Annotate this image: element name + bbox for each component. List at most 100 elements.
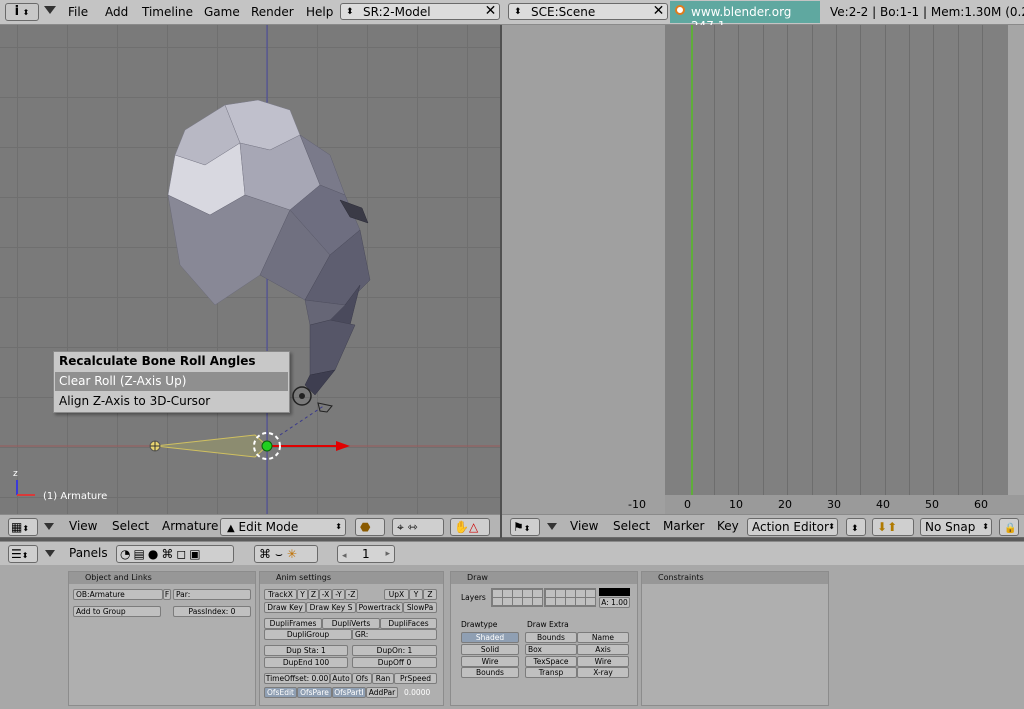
track-negz-button[interactable]: -Z xyxy=(345,589,358,600)
keyframe-copy-paste[interactable]: ⬇⬆ xyxy=(872,518,914,536)
layer-buttons-right[interactable] xyxy=(544,588,596,607)
track-y-button[interactable]: Y xyxy=(297,589,308,600)
track-negx-button[interactable]: -X xyxy=(319,589,332,600)
pass-index-field[interactable]: PassIndex: 0 xyxy=(173,606,251,617)
menu-add[interactable]: Add xyxy=(105,5,128,19)
auto-button[interactable]: Auto xyxy=(330,673,352,684)
action-browse[interactable]: ⬍ xyxy=(846,518,866,536)
track-x-button[interactable]: TrackX xyxy=(264,589,297,600)
drawtype-wire-button[interactable]: Wire xyxy=(461,656,519,667)
duplifaces-button[interactable]: DupliFaces xyxy=(380,618,437,629)
scene-stats: Ve:2-2 | Bo:1-1 | Mem:1.30M (0.2 xyxy=(830,5,1024,19)
dup-on-field[interactable]: DupOn: 1 xyxy=(352,645,437,656)
dup-off-field[interactable]: DupOff 0 xyxy=(352,657,437,668)
fake-user-button[interactable]: F xyxy=(163,589,171,600)
popup-item-align-cursor[interactable]: Align Z-Axis to 3D-Cursor xyxy=(55,392,288,411)
bounds-type-selector[interactable]: Box xyxy=(525,644,577,655)
group-field[interactable]: GR: xyxy=(352,629,437,640)
physics-icon: ⌣ xyxy=(275,547,287,561)
menu-file[interactable]: File xyxy=(68,5,88,19)
ofs-edit-button[interactable]: OfsEdit xyxy=(264,687,297,698)
extra-xray-button[interactable]: X-ray xyxy=(577,667,629,678)
frame-field[interactable]: ◂ 1 ▸ xyxy=(337,545,395,563)
collapse-menu-icon[interactable] xyxy=(44,6,56,14)
prspeed-button[interactable]: PrSpeed xyxy=(394,673,437,684)
dup-end-field[interactable]: DupEnd 100 xyxy=(264,657,348,668)
ofs-button[interactable]: Ofs xyxy=(352,673,372,684)
sub-context-buttons[interactable]: ⌘⌣✳ xyxy=(254,545,318,563)
menu-marker[interactable]: Marker xyxy=(663,519,704,533)
draw-key-button[interactable]: Draw Key xyxy=(264,602,306,613)
screen-delete-button[interactable]: ✕ xyxy=(482,3,499,20)
extra-name-button[interactable]: Name xyxy=(577,632,629,643)
drawtype-shaded-button[interactable]: Shaded xyxy=(461,632,519,643)
menu-view[interactable]: View xyxy=(570,519,598,533)
editor-type-buttons[interactable]: ☰⬍ xyxy=(8,545,38,563)
layer-buttons-left[interactable] xyxy=(491,588,543,607)
collapse-menu-icon[interactable] xyxy=(44,523,54,530)
extra-transp-button[interactable]: Transp xyxy=(525,667,577,678)
drawtype-solid-button[interactable]: Solid xyxy=(461,644,519,655)
snap-selector[interactable]: No Snap ⬍ xyxy=(920,518,992,536)
scene-icon: ▣ xyxy=(189,547,204,561)
scene-selector[interactable]: ⬍ SCE:Scene xyxy=(508,3,668,20)
slowpar-button[interactable]: SlowPa xyxy=(403,602,437,613)
object-name-field[interactable]: OB:Armature xyxy=(73,589,163,600)
action-editor[interactable]: -10 0 10 20 30 40 50 60 xyxy=(502,25,1024,515)
menu-help[interactable]: Help xyxy=(306,5,333,19)
menu-view[interactable]: View xyxy=(69,519,97,533)
alpha-field[interactable]: A: 1.00 xyxy=(599,597,630,608)
manipulator-toggles[interactable]: ⌖ ⇿ xyxy=(392,518,444,536)
collapse-menu-icon[interactable] xyxy=(45,550,55,557)
ran-button[interactable]: Ran xyxy=(372,673,394,684)
editor-type-info-button[interactable]: i ⬍ xyxy=(5,3,39,21)
screen-selector[interactable]: ⬍ SR:2-Model xyxy=(340,3,500,20)
extra-texspace-button[interactable]: TexSpace xyxy=(525,656,577,667)
object-color-swatch[interactable] xyxy=(599,588,630,596)
editor-mode-selector[interactable]: Action Editor ⬍ xyxy=(747,518,838,536)
pivot-selector[interactable]: ⬣ xyxy=(355,518,385,536)
add-parent-button[interactable]: AddPar xyxy=(366,687,398,698)
menu-select[interactable]: Select xyxy=(613,519,650,533)
parent-field[interactable]: Par: xyxy=(173,589,251,600)
lock-button[interactable]: 🔒 xyxy=(999,518,1019,536)
mode-selector[interactable]: ▲ Edit Mode ⬍ xyxy=(220,518,346,536)
transform-buttons[interactable]: ✋△ xyxy=(450,518,490,536)
blender-url-badge[interactable]: www.blender.org 247.1 xyxy=(670,1,820,33)
menu-game[interactable]: Game xyxy=(204,5,240,19)
up-x-button[interactable]: UpX xyxy=(384,589,409,600)
extra-bounds-button[interactable]: Bounds xyxy=(525,632,577,643)
track-z-button[interactable]: Z xyxy=(308,589,319,600)
draw-key-sel-button[interactable]: Draw Key S xyxy=(306,602,356,613)
up-y-button[interactable]: Y xyxy=(409,589,423,600)
dropdown-arrows-icon: ⬍ xyxy=(514,7,522,17)
powertrack-button[interactable]: Powertrack xyxy=(356,602,403,613)
up-z-button[interactable]: Z xyxy=(423,589,437,600)
drawtype-bounds-button[interactable]: Bounds xyxy=(461,667,519,678)
dupliverts-button[interactable]: DupliVerts xyxy=(322,618,380,629)
extra-wire-button[interactable]: Wire xyxy=(577,656,629,667)
track-negy-button[interactable]: -Y xyxy=(332,589,345,600)
editor-type-action-button[interactable]: ⚑⬍ xyxy=(510,518,540,536)
3d-viewport[interactable]: z (1) Armature xyxy=(0,25,500,514)
menu-armature[interactable]: Armature xyxy=(162,519,218,533)
extra-axis-button[interactable]: Axis xyxy=(577,644,629,655)
collapse-menu-icon[interactable] xyxy=(547,523,557,530)
dupliframes-button[interactable]: DupliFrames xyxy=(264,618,322,629)
action-scrollbar[interactable] xyxy=(1008,25,1024,495)
dupligroup-button[interactable]: DupliGroup xyxy=(264,629,352,640)
dup-sta-field[interactable]: Dup Sta: 1 xyxy=(264,645,348,656)
menu-key[interactable]: Key xyxy=(717,519,739,533)
time-offset-field[interactable]: TimeOffset: 0.00 xyxy=(264,673,330,684)
context-buttons[interactable]: ◔▤●⌘◻▣ xyxy=(116,545,234,563)
add-to-group-button[interactable]: Add to Group xyxy=(73,606,161,617)
menu-timeline[interactable]: Timeline xyxy=(142,5,193,19)
popup-item-clear-roll[interactable]: Clear Roll (Z-Axis Up) xyxy=(55,372,288,391)
scene-delete-button[interactable]: ✕ xyxy=(650,3,667,20)
ofs-parent-button[interactable]: OfsPare xyxy=(297,687,332,698)
ofs-particle-button[interactable]: OfsPartI xyxy=(332,687,366,698)
editor-type-3d-button[interactable]: ▦⬍ xyxy=(8,518,38,536)
menu-select[interactable]: Select xyxy=(112,519,149,533)
current-frame-line[interactable] xyxy=(691,25,693,495)
menu-render[interactable]: Render xyxy=(251,5,294,19)
